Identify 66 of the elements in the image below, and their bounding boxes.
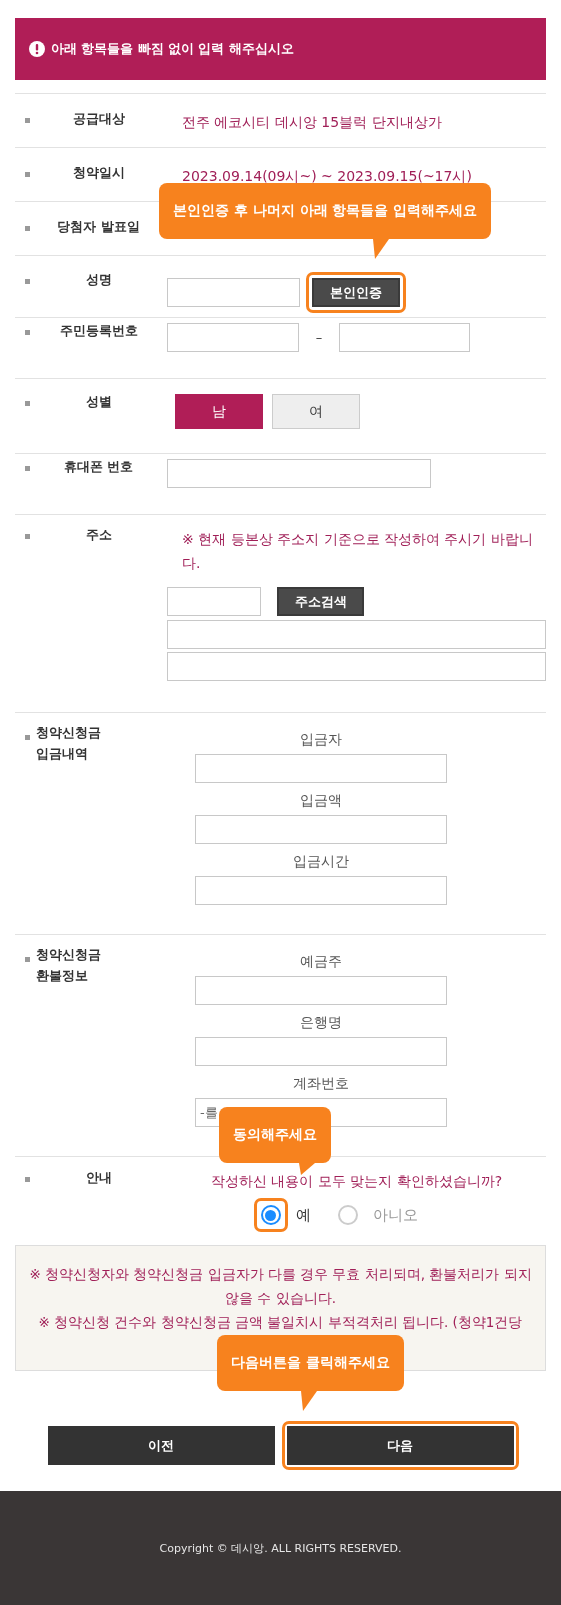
phone-input[interactable] [167,459,431,488]
radio-button[interactable] [337,1205,358,1225]
bullet-icon [25,172,30,177]
gender-toggle[interactable]: 남 [175,394,263,429]
field-label: 주민등록번호 [58,323,139,340]
nav-button[interactable]: 다음 [286,1426,514,1465]
field-label: 입금자 [300,730,342,749]
bullet-icon [25,226,30,231]
field-label: 당첨자 발표일 [56,219,141,236]
bullet-icon [25,401,30,406]
field-label: 입금시간 [293,852,349,871]
text-input[interactable] [195,876,447,905]
field-label: 청약일시 [71,165,126,182]
ssn-input[interactable] [167,323,299,352]
field-value: 2023.09.14(09시~) ~ 2023.09.15(~17시) [181,167,473,186]
copyright-text: Copyright © 데시앙. ALL RIGHTS RESERVED. [159,1540,402,1556]
field-label: 공급대상 [71,111,126,128]
notice-text: ※ 청약신청 건수와 청약신청금 금액 불일치시 부적격처리 됩니다. (청약1건당 [38,1313,523,1332]
text-input[interactable] [195,815,447,844]
radio-button[interactable] [260,1205,281,1225]
ssn-input[interactable] [339,323,470,352]
field-label: 청약신청금 입금내역 [36,724,102,763]
field-label: 성명 [84,272,113,289]
bullet-icon [25,118,30,123]
text-input[interactable] [195,976,447,1005]
tooltip-pointer [373,239,389,259]
tooltip-pointer [299,1163,315,1175]
field-label: 계좌번호 [293,1074,349,1093]
bullet-icon [25,735,30,740]
tooltip-pointer [301,1391,317,1411]
field-label: 예금주 [300,952,342,971]
address-input[interactable] [167,620,546,649]
address-note: ※ 현재 등본상 주소지 기준으로 작성하여 주시기 바랍니다. [181,530,534,573]
notice-text: ※ 청약신청자와 청약신청금 입금자가 다를 경우 무효 처리되며, 환불처리가 되지 않을 수 있습니다. [28,1265,533,1308]
bullet-icon [25,466,30,471]
field-label: 주소 [84,527,113,544]
field-label: 휴대폰 번호 [62,459,135,476]
radio-label: 아니오 [372,1205,418,1225]
field-label: 입금액 [300,791,342,810]
bullet-icon [25,1177,30,1182]
separator-text: – [314,330,324,345]
text-input[interactable] [195,1037,447,1066]
tooltip: 동의해주세요 [219,1107,331,1163]
nav-button[interactable]: 이전 [47,1426,275,1465]
bullet-icon [25,330,30,335]
zipcode-input[interactable] [167,587,261,616]
gender-toggle[interactable]: 여 [272,394,360,429]
address-input[interactable] [167,652,546,681]
verify-button[interactable]: 본인인증 [312,278,400,307]
tooltip: 본인인증 후 나머지 아래 항목들을 입력해주세요 [159,183,492,239]
address-search-button[interactable]: 주소검색 [277,587,364,616]
alert-icon [29,41,45,57]
bullet-icon [25,957,30,962]
confirm-question: 작성하신 내용이 모두 맞는지 확인하셨습니까? [210,1172,503,1191]
field-value: 전주 에코시티 데시앙 15블럭 단지내상가 [181,113,443,132]
field-label: 청약신청금 환불정보 [36,946,102,985]
field-label: 성별 [84,394,113,411]
name-input[interactable] [167,278,300,307]
radio-label: 예 [295,1205,311,1225]
bullet-icon [25,279,30,284]
field-label: 은행명 [300,1013,342,1032]
text-input[interactable] [195,754,447,783]
field-label: 안내 [84,1170,113,1187]
alert-text: 아래 항목들을 빠짐 없이 입력 해주십시오 [51,40,294,58]
tooltip: 다음버튼을 클릭해주세요 [217,1335,404,1391]
bullet-icon [25,534,30,539]
